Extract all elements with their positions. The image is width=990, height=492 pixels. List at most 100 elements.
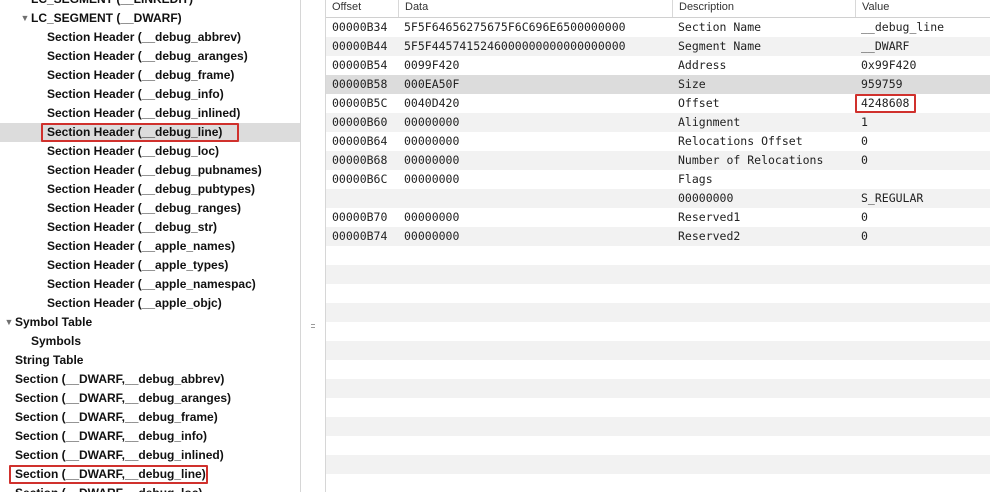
sidebar-outline: LC_SEGMENT (__LINKEDIT)▼LC_SEGMENT (__DW… [0, 0, 300, 492]
cell-offset: 00000B58 [332, 77, 388, 91]
sidebar-item-label: LC_SEGMENT (__LINKEDIT) [31, 0, 193, 9]
cell-value: 0 [861, 134, 868, 148]
cell-data: 00000000 [404, 153, 460, 167]
sidebar-item[interactable]: Section Header (__apple_types) [0, 256, 300, 275]
sidebar-item[interactable]: Section Header (__debug_abbrev) [0, 28, 300, 47]
sidebar-item[interactable]: Section (__DWARF,__debug_inlined) [0, 446, 300, 465]
disclosure-triangle-icon[interactable]: ▼ [4, 313, 14, 332]
cell-data: 00000000 [404, 229, 460, 243]
sidebar-item[interactable]: Section Header (__debug_inlined) [0, 104, 300, 123]
table-body: 00000B34 5F5F64656275675F6C696E6500000000… [326, 18, 990, 492]
sidebar-item[interactable]: Section (__DWARF,__debug_line) [0, 465, 300, 484]
cell-data: 5F5F4457415246000000000000000000 [404, 39, 626, 53]
cell-data: 0099F420 [404, 58, 460, 72]
sidebar-item[interactable]: Section Header (__apple_namespac) [0, 275, 300, 294]
cell-offset: 00000B44 [332, 39, 388, 53]
sidebar-item-label: Section (__DWARF,__debug_inlined) [15, 448, 224, 462]
cell-value: 959759 [861, 77, 903, 91]
sidebar-item-label: Symbols [31, 334, 82, 348]
cell-data: 00000000 [404, 210, 460, 224]
divider-grip-icon [310, 322, 316, 332]
sidebar-item[interactable]: ▼ LC_SEGMENT (__DWARF) [0, 9, 300, 28]
sidebar-item[interactable]: Section Header (__debug_pubtypes) [0, 180, 300, 199]
cell-value: 1 [861, 115, 868, 129]
sidebar-item-label: Section Header (__debug_pubnames) [47, 163, 262, 177]
table-row[interactable]: 00000B60 00000000 Alignment 1 [326, 113, 990, 132]
cell-value: __debug_line [861, 20, 945, 34]
table-row[interactable]: 00000000 S_REGULAR [326, 189, 990, 208]
sidebar-item-label: Section Header (__debug_str) [47, 220, 218, 234]
column-header-description[interactable]: Description [672, 0, 855, 17]
split-view-divider[interactable] [300, 0, 326, 492]
cell-description: Address [678, 58, 727, 72]
cell-data: 00000000 [404, 115, 460, 129]
sidebar-item[interactable]: Section Header (__debug_loc) [0, 142, 300, 161]
table-row[interactable]: 00000B74 00000000 Reserved2 0 [326, 227, 990, 246]
cell-description: Segment Name [678, 39, 762, 53]
empty-table-row [326, 341, 990, 360]
column-header-offset[interactable]: Offset [326, 0, 398, 17]
cell-data: 00000000 [404, 134, 460, 148]
sidebar-item[interactable]: String Table [0, 351, 300, 370]
sidebar-item[interactable]: Section Header (__apple_names) [0, 237, 300, 256]
table-row[interactable]: 00000B54 0099F420 Address 0x99F420 [326, 56, 990, 75]
sidebar-item[interactable]: Section (__DWARF,__debug_loc) [0, 484, 300, 492]
highlight-box [855, 94, 916, 113]
sidebar-item[interactable]: Symbols [0, 332, 300, 351]
sidebar-item-label: String Table [15, 353, 84, 367]
table-row[interactable]: 00000B58 000EA50F Size 959759 [326, 75, 990, 94]
sidebar-item[interactable]: Section (__DWARF,__debug_abbrev) [0, 370, 300, 389]
sidebar-item-label: Section Header (__debug_pubtypes) [47, 182, 256, 196]
sidebar-item[interactable]: ▼ Symbol Table [0, 313, 300, 332]
cell-description: Reserved2 [678, 229, 741, 243]
disclosure-triangle-icon[interactable]: ▼ [20, 9, 30, 28]
sidebar-item[interactable]: Section (__DWARF,__debug_info) [0, 427, 300, 446]
sidebar-item-label: LC_SEGMENT (__DWARF) [31, 11, 182, 25]
sidebar-item-label: Section Header (__debug_info) [47, 87, 224, 101]
sidebar-item-label: Section Header (__debug_loc) [47, 144, 220, 158]
empty-table-row [326, 246, 990, 265]
cell-data: 0040D420 [404, 96, 460, 110]
outline-tree: LC_SEGMENT (__LINKEDIT)▼LC_SEGMENT (__DW… [0, 0, 300, 492]
cell-offset: 00000B54 [332, 58, 388, 72]
cell-value: 0 [861, 229, 868, 243]
table-row[interactable]: 00000B68 00000000 Number of Relocations 0 [326, 151, 990, 170]
cell-offset: 00000B60 [332, 115, 388, 129]
sidebar-item-label: Section (__DWARF,__debug_aranges) [15, 391, 232, 405]
column-header-value[interactable]: Value [855, 0, 990, 17]
table-row[interactable]: 00000B5C 0040D420 Offset 4248608 [326, 94, 990, 113]
sidebar-item[interactable]: Section Header (__debug_ranges) [0, 199, 300, 218]
sidebar-item[interactable]: Section Header (__apple_objc) [0, 294, 300, 313]
cell-offset: 00000B64 [332, 134, 388, 148]
sidebar-item[interactable]: Section Header (__debug_pubnames) [0, 161, 300, 180]
cell-description: Relocations Offset [678, 134, 803, 148]
sidebar-item-label: Section (__DWARF,__debug_abbrev) [15, 372, 225, 386]
sidebar-item-label: Section Header (__apple_objc) [47, 296, 222, 310]
cell-description: Number of Relocations [678, 153, 824, 167]
sidebar-item[interactable]: Section Header (__debug_info) [0, 85, 300, 104]
empty-table-row [326, 455, 990, 474]
sidebar-item[interactable]: Section Header (__debug_frame) [0, 66, 300, 85]
table-row[interactable]: 00000B70 00000000 Reserved1 0 [326, 208, 990, 227]
table-row[interactable]: 00000B64 00000000 Relocations Offset 0 [326, 132, 990, 151]
column-header-data[interactable]: Data [398, 0, 672, 17]
sidebar-item-label: Section (__DWARF,__debug_loc) [15, 484, 202, 492]
sidebar-item-label: Section Header (__apple_types) [47, 258, 229, 272]
cell-offset: 00000B74 [332, 229, 388, 243]
table-row[interactable]: 00000B6C 00000000 Flags [326, 170, 990, 189]
sidebar-item[interactable]: Section Header (__debug_aranges) [0, 47, 300, 66]
empty-table-row [326, 284, 990, 303]
sidebar-item[interactable]: Section Header (__debug_line) [0, 123, 300, 142]
sidebar-item[interactable]: Section (__DWARF,__debug_frame) [0, 408, 300, 427]
cell-data: 00000000 [404, 172, 460, 186]
empty-table-row [326, 303, 990, 322]
table-row[interactable]: 00000B34 5F5F64656275675F6C696E6500000000… [326, 18, 990, 37]
sidebar-item[interactable]: Section Header (__debug_str) [0, 218, 300, 237]
sidebar-item[interactable]: Section (__DWARF,__debug_aranges) [0, 389, 300, 408]
table-row[interactable]: 00000B44 5F5F4457415246000000000000000000… [326, 37, 990, 56]
sidebar-item-label: Section Header (__debug_frame) [47, 68, 235, 82]
cell-offset: 00000B5C [332, 96, 388, 110]
empty-table-row [326, 360, 990, 379]
sidebar-item[interactable]: LC_SEGMENT (__LINKEDIT) [0, 0, 300, 9]
cell-description: Alignment [678, 115, 741, 129]
